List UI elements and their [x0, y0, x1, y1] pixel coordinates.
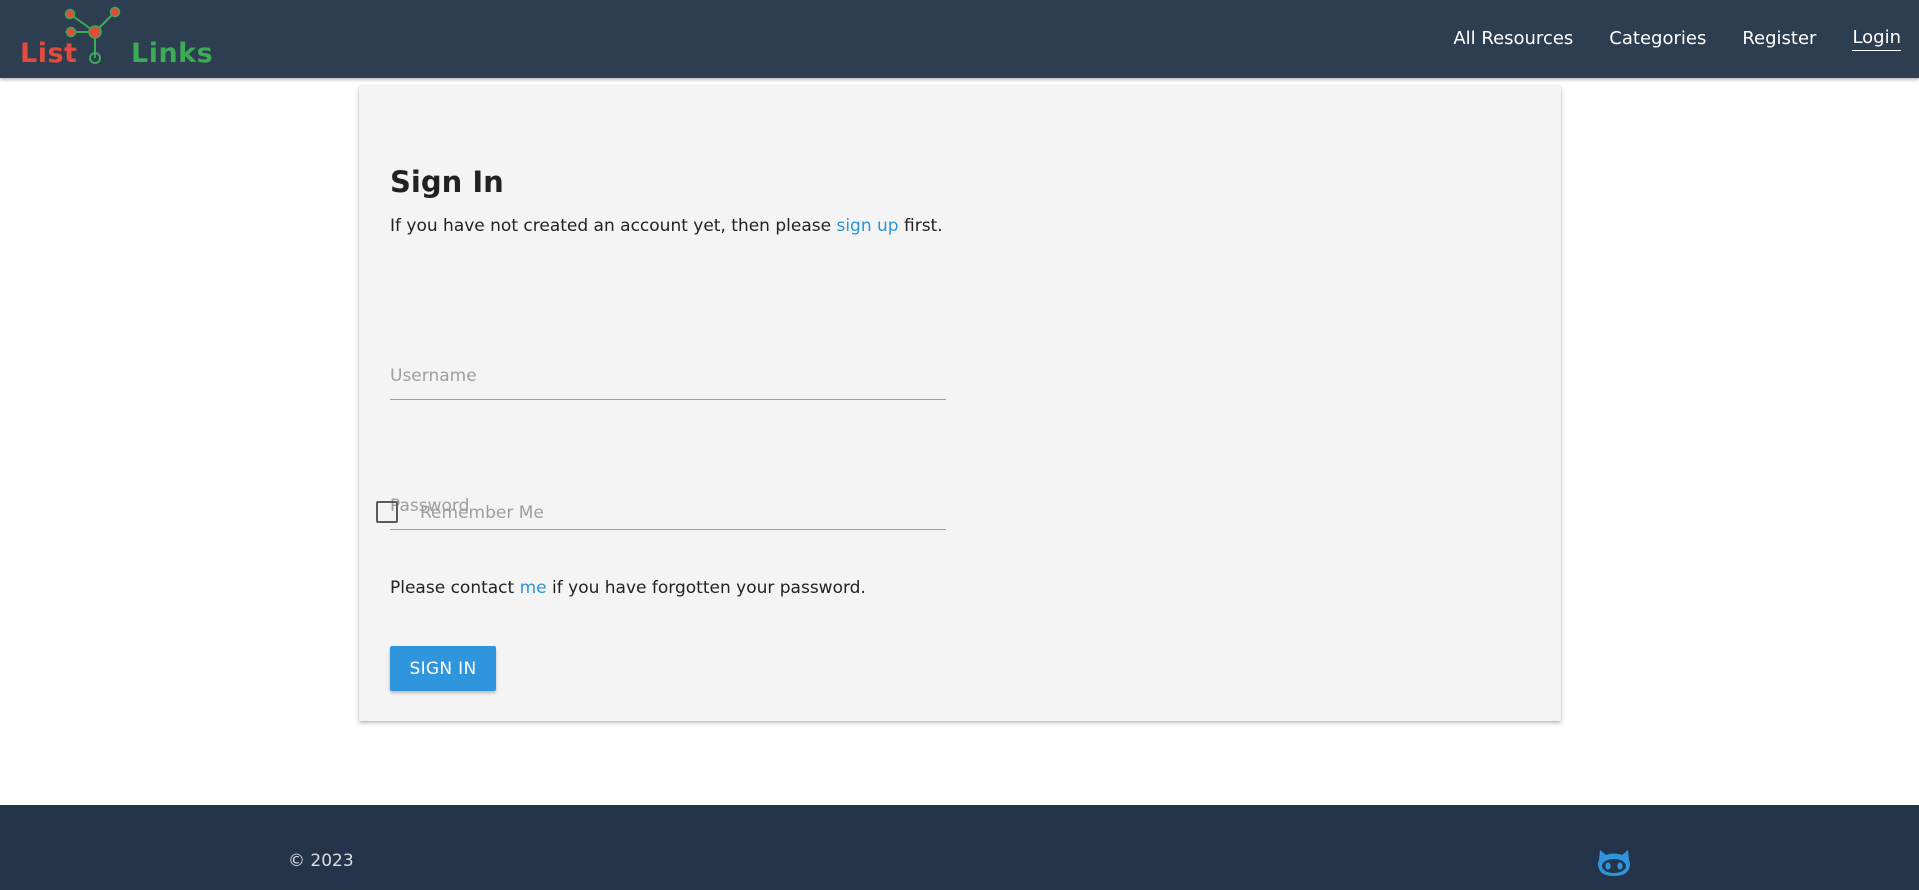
signup-prompt: If you have not created an account yet, …: [390, 216, 943, 236]
logo-word-list: List: [20, 38, 78, 69]
nav-categories[interactable]: Categories: [1609, 28, 1706, 51]
forgot-password-note: Please contact me if you have forgotten …: [390, 578, 866, 598]
contact-text-suffix: if you have forgotten your password.: [546, 578, 866, 598]
signup-prompt-text: If you have not created an account yet, …: [390, 216, 837, 236]
top-navbar: List Links All Resources Categories Regi…: [0, 0, 1919, 78]
remember-me-label[interactable]: Remember Me: [420, 503, 544, 523]
nav-all-resources[interactable]: All Resources: [1453, 28, 1573, 51]
github-icon[interactable]: [1596, 844, 1632, 880]
nav-register[interactable]: Register: [1742, 28, 1816, 51]
signup-prompt-suffix: first.: [898, 216, 943, 236]
signup-link[interactable]: sign up: [836, 216, 898, 236]
signin-card: Sign In If you have not created an accou…: [359, 86, 1561, 721]
main-nav: All Resources Categories Register Login: [1417, 0, 1901, 78]
remember-me-checkbox[interactable]: [376, 501, 398, 523]
sign-in-button[interactable]: SIGN IN: [390, 646, 496, 691]
site-logo[interactable]: List Links: [18, 2, 213, 70]
page-footer: © 2023: [0, 805, 1919, 890]
copyright-text: © 2023: [288, 851, 354, 871]
nav-login[interactable]: Login: [1852, 27, 1901, 51]
logo-word-links: Links: [131, 38, 214, 69]
github-icon-graphic: [1598, 850, 1630, 876]
contact-text: Please contact: [390, 578, 520, 598]
page-title: Sign In: [390, 165, 504, 199]
username-input[interactable]: [390, 352, 946, 400]
contact-me-link[interactable]: me: [520, 578, 547, 598]
